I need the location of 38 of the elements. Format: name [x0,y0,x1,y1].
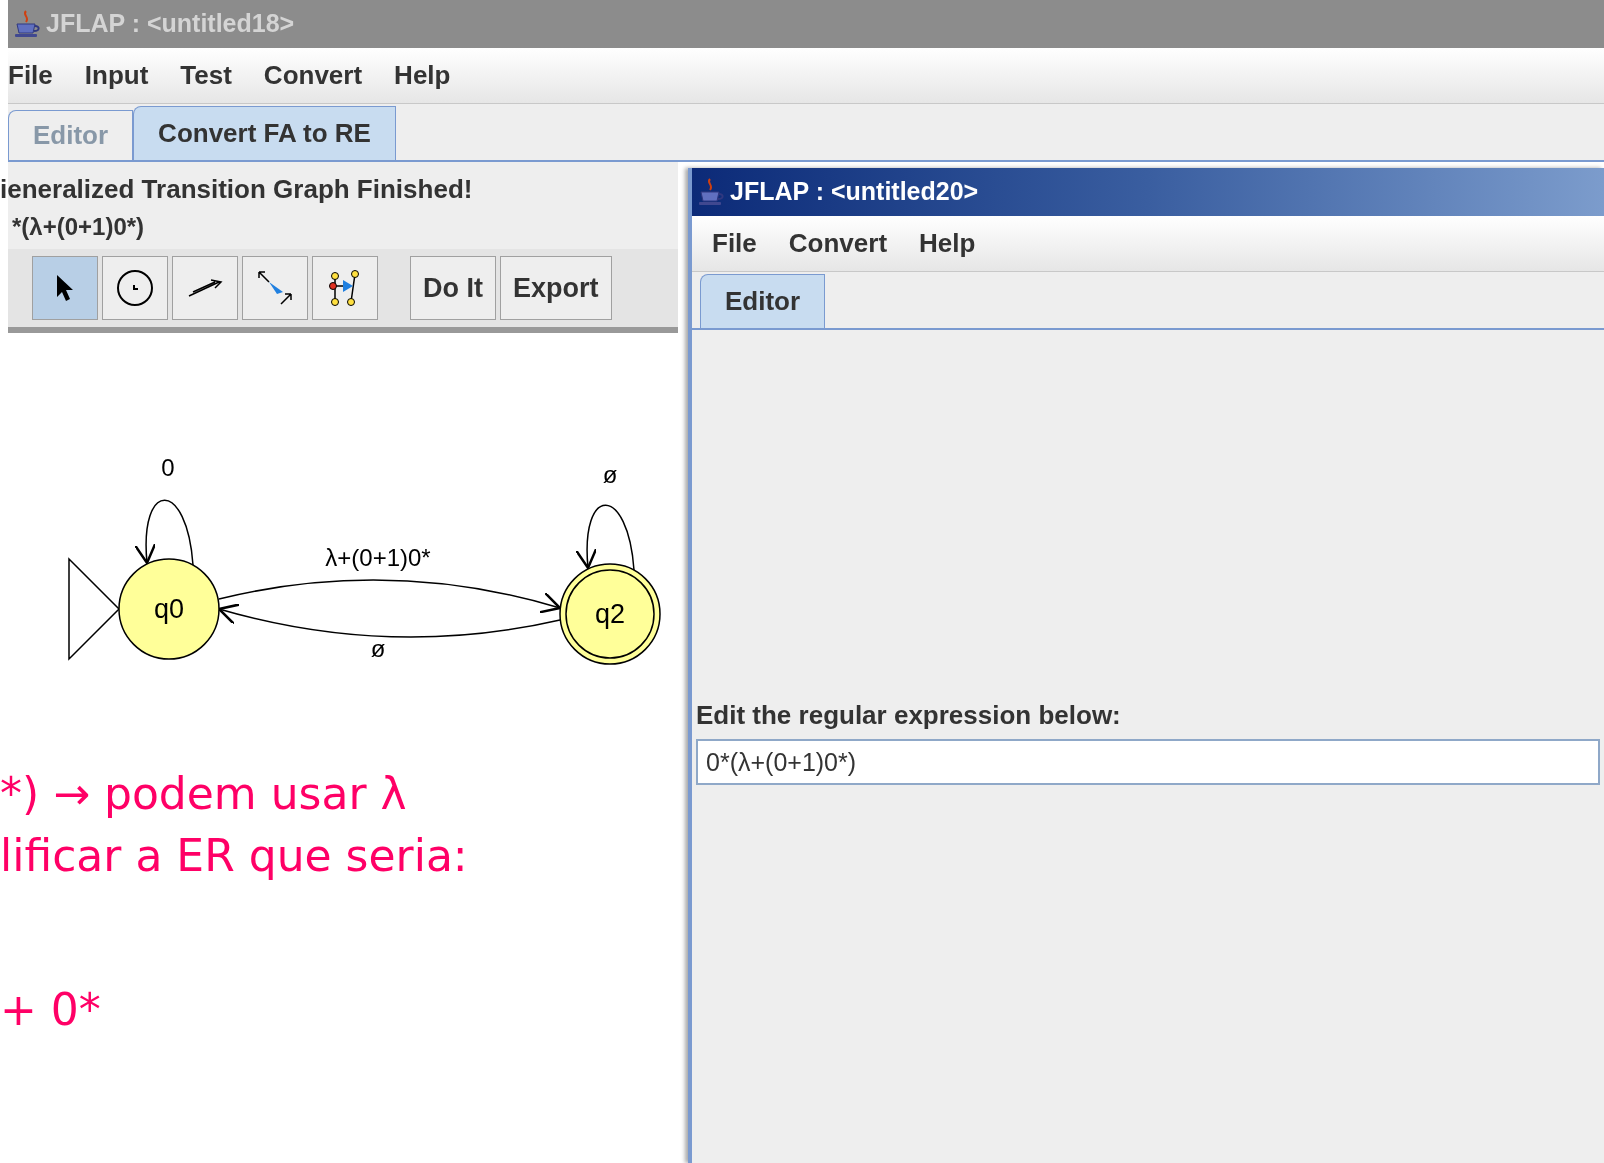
state-label: q0 [154,594,184,624]
cup-icon [696,177,726,207]
tab[interactable]: Convert FA to RE [133,106,396,160]
tool-button[interactable] [172,256,238,320]
menu-item[interactable]: Convert [263,56,363,95]
circle-icon [115,268,155,308]
loop-transition [575,504,635,571]
tool-button[interactable] [102,256,168,320]
loop-transition [134,499,194,566]
cup-icon [12,9,42,39]
menu-item[interactable]: Convert [788,224,888,263]
state-node[interactable] [118,558,220,660]
menu-item[interactable]: Help [919,224,976,263]
menu-item[interactable]: File [712,224,757,263]
transition-label: ø [602,461,618,488]
transition-label: ø [370,635,386,662]
action-button[interactable]: Export [500,256,612,320]
tool-button[interactable] [32,256,98,320]
transition-label: λ+(0+1)0* [325,544,431,571]
state-node[interactable] [559,563,661,665]
status-message: ieneralized Transition Graph Finished! [0,173,474,206]
tab[interactable]: Editor [700,274,826,328]
menu-item[interactable]: Input [84,56,149,95]
prompt-label: Edit the regular expression below: [696,699,1122,732]
menu-item[interactable]: File [8,56,53,95]
transition-label: 0 [161,454,175,481]
window-title: JFLAP : <untitled20> [730,176,979,208]
window-title: JFLAP : <untitled18> [46,8,295,40]
slide-text: + 0* [0,983,102,1037]
tool-button[interactable] [312,256,378,320]
state-label: q2 [595,599,625,629]
menu-item[interactable]: Test [180,56,232,95]
slide-text: lificar a ER que seria: [0,829,468,883]
expression-text: *(λ+(0+1)0*) [12,212,146,242]
menu-item[interactable]: Help [394,56,451,95]
slide-text: *) → podem usar λ [0,767,408,821]
action-button[interactable]: Do It [410,256,496,320]
regex-input-field[interactable]: 0*(λ+(0+1)0*) [696,739,1600,785]
